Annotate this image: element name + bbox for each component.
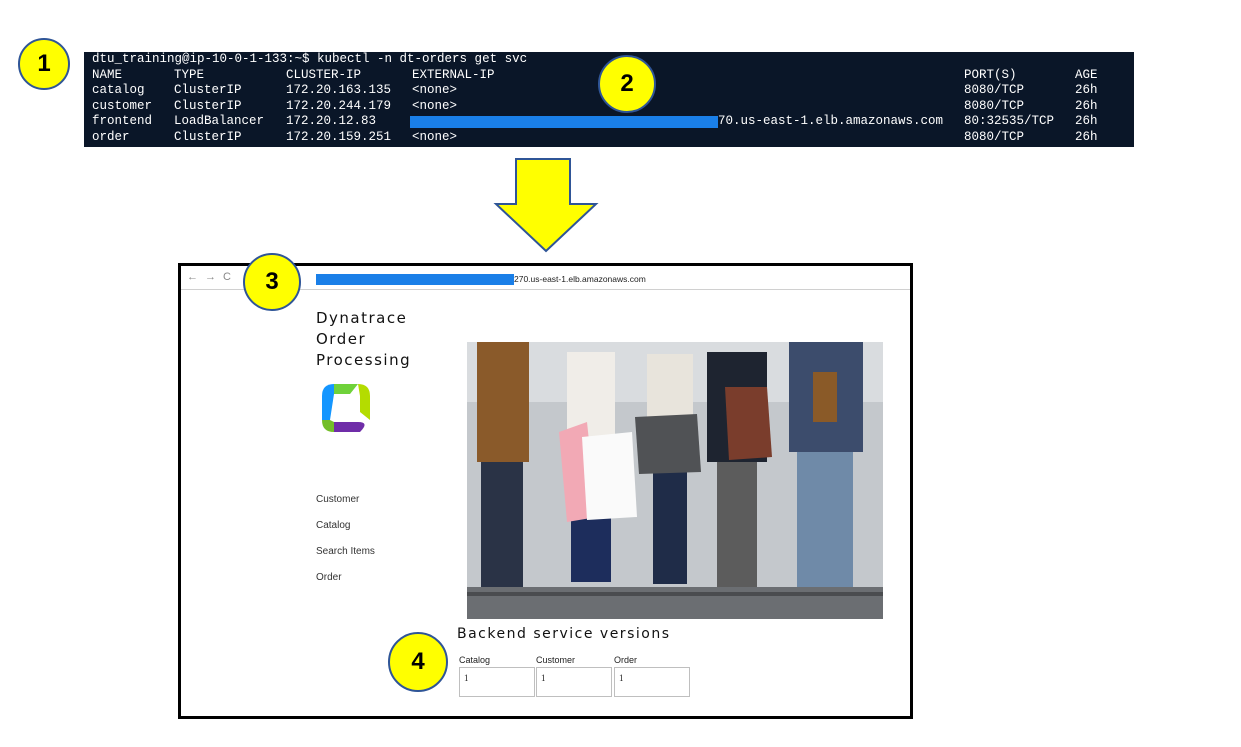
nav-catalog-link[interactable]: Catalog [316,520,375,546]
callout-1: 1 [18,38,70,90]
hero-shoppers-image [467,342,883,619]
customer-version-field: Customer 1 [536,655,612,697]
catalog-version-field: Catalog 1 [459,655,535,697]
browser-window: ← → C 270.us-east-1.elb.amazonaws.com Dy… [178,263,913,719]
callout-2: 2 [598,55,656,113]
order-version-input[interactable]: 1 [614,667,690,697]
callout-3: 3 [243,253,301,311]
customer-version-input[interactable]: 1 [536,667,612,697]
forward-arrow-icon[interactable]: → [205,271,216,283]
customer-version-label: Customer [536,655,576,665]
nav-customer-link[interactable]: Customer [316,494,375,520]
redacted-hostname [410,116,718,128]
order-version-field: Order 1 [614,655,690,697]
redacted-url [316,274,514,285]
down-arrow-icon [493,158,599,253]
terminal-row-frontend: frontend LoadBalancer 172.20.12.83 70.us… [92,114,1098,128]
site-title: Dynatrace Order Processing [316,309,412,369]
external-ip-suffix: 70.us-east-1.elb.amazonaws.com [718,114,944,128]
reload-icon[interactable]: C [223,271,231,283]
dynatrace-logo [322,384,370,432]
nav-order-link[interactable]: Order [316,572,375,598]
catalog-version-label: Catalog [459,655,491,665]
url-text[interactable]: 270.us-east-1.elb.amazonaws.com [514,274,646,284]
callout-4: 4 [388,632,448,692]
order-version-label: Order [614,655,638,665]
terminal-row-order: order ClusterIP 172.20.159.251 <none> 80… [92,129,1098,144]
sidebar-nav: Customer Catalog Search Items Order [316,494,375,598]
catalog-version-input[interactable]: 1 [459,667,535,697]
nav-search-items-link[interactable]: Search Items [316,546,375,572]
backend-versions-title: Backend service versions [457,626,671,642]
back-arrow-icon[interactable]: ← [187,271,198,283]
